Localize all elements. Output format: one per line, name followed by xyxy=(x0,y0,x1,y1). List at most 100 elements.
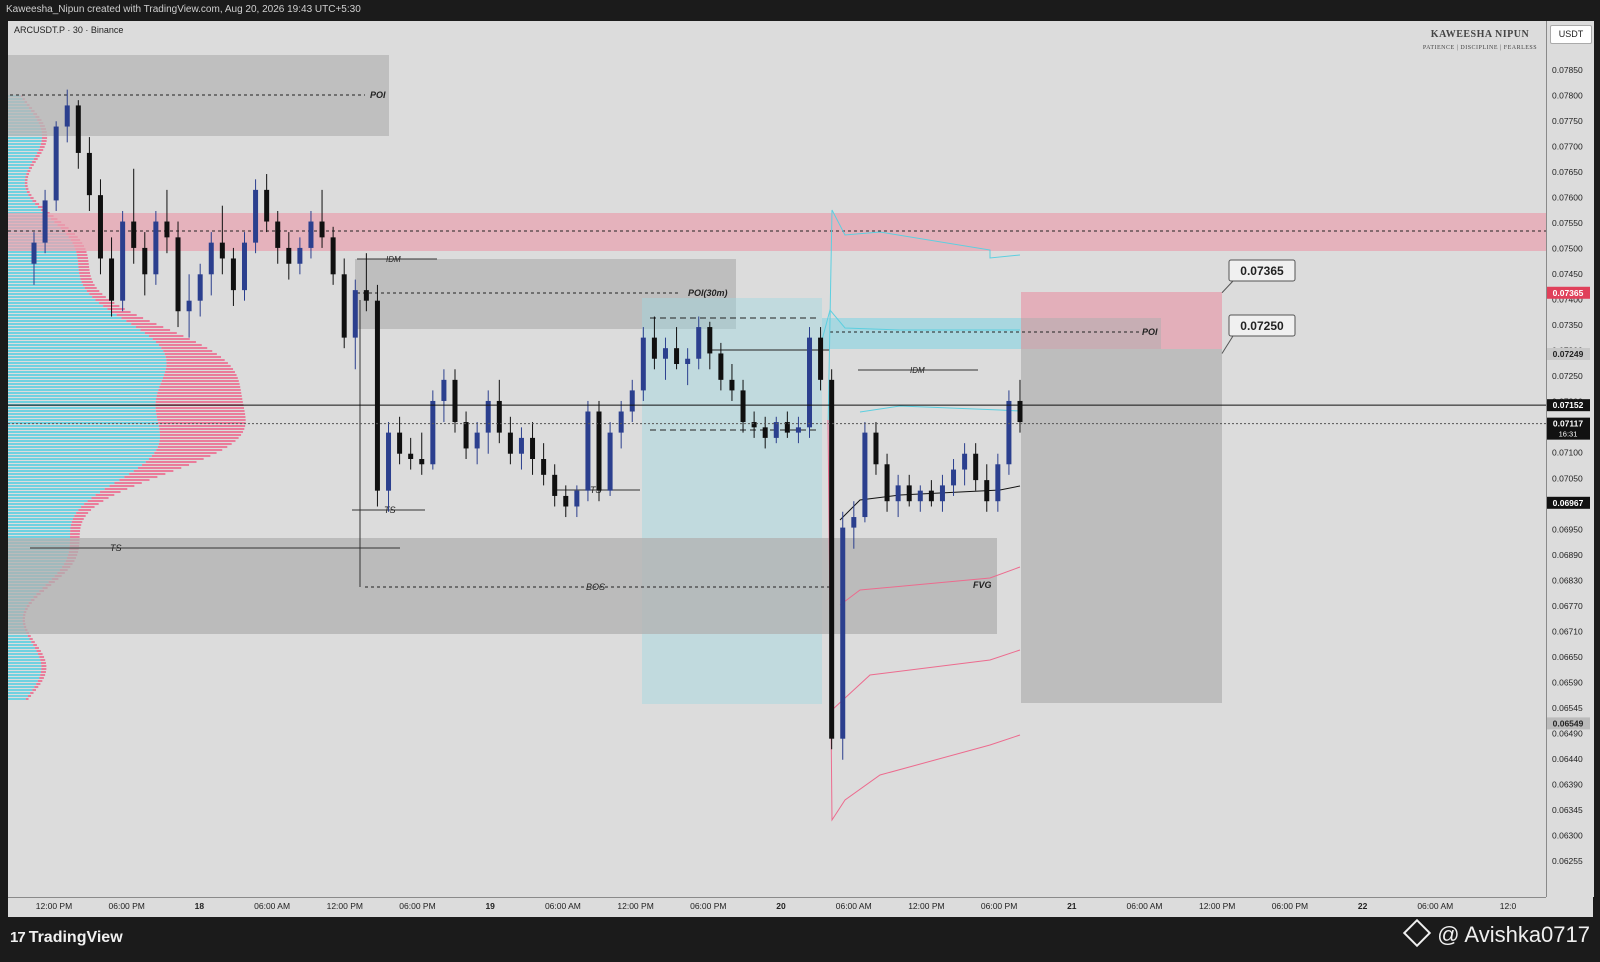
profile-bar-sell xyxy=(157,392,242,394)
profile-bar-sell xyxy=(39,677,44,679)
profile-bar-sell xyxy=(145,461,197,463)
y-tick-label: 0.06650 xyxy=(1552,652,1583,662)
candle xyxy=(53,121,59,211)
candle-body xyxy=(208,242,214,275)
profile-bar-sell xyxy=(32,689,36,691)
profile-bar-sell xyxy=(79,275,91,277)
profile-bar-buy xyxy=(8,419,158,421)
profile-bar-buy xyxy=(8,503,85,505)
profile-bar-sell xyxy=(39,146,45,148)
candle xyxy=(408,437,414,470)
y-tick-label: 0.06490 xyxy=(1552,728,1583,738)
profile-bar-buy xyxy=(8,362,167,364)
profile-bar-buy xyxy=(8,290,87,292)
profile-bar-buy xyxy=(8,320,127,322)
profile-bar-buy xyxy=(8,413,157,415)
profile-bar-buy xyxy=(8,302,100,304)
profile-bar-buy xyxy=(8,350,164,352)
x-tick-label: 21 xyxy=(1067,901,1077,911)
profile-bar-sell xyxy=(159,431,243,433)
candle-body xyxy=(75,105,81,153)
profile-bar-buy xyxy=(8,440,160,442)
profile-bar-sell xyxy=(100,491,121,493)
candle-body xyxy=(906,485,912,502)
candle xyxy=(86,137,92,211)
candle-body xyxy=(109,258,115,301)
candle xyxy=(430,390,436,470)
y-tick-label: 0.07600 xyxy=(1552,193,1583,203)
profile-bar-sell xyxy=(158,443,232,445)
candle xyxy=(607,422,613,496)
profile-bar-buy xyxy=(8,689,33,691)
chart-svg: POIIDMPOI(30m)BOSTSTSTSPOIIDMFVG0.073650… xyxy=(8,55,1590,911)
candle xyxy=(552,464,558,507)
profile-bar-sell xyxy=(72,518,84,520)
profile-bar-sell xyxy=(149,458,204,460)
profile-bar-buy xyxy=(8,524,72,526)
candle-body xyxy=(219,242,225,259)
profile-bar-buy xyxy=(8,644,34,646)
profile-bar-buy xyxy=(8,485,110,487)
x-tick-label: 20 xyxy=(776,901,786,911)
profile-bar-sell xyxy=(71,521,83,523)
candle-body xyxy=(86,152,92,196)
candle-body xyxy=(640,337,646,391)
profile-bar-buy xyxy=(8,698,26,700)
x-tick-label: 06:00 PM xyxy=(690,901,726,911)
candle-body xyxy=(607,432,613,491)
profile-bar-sell xyxy=(77,257,88,259)
profile-bar-sell xyxy=(28,194,32,196)
profile-bar-buy xyxy=(8,206,38,208)
profile-bar-sell xyxy=(156,449,223,451)
callout-target-low-text: 0.07250 xyxy=(1240,319,1284,333)
candle-body xyxy=(408,453,414,459)
candle-body xyxy=(319,221,325,238)
candle-body xyxy=(64,105,70,127)
profile-bar-sell xyxy=(155,401,243,403)
profile-bar-buy xyxy=(8,683,37,685)
profile-bar-sell xyxy=(156,395,242,397)
candle-body xyxy=(120,221,126,301)
candle xyxy=(485,390,491,454)
profile-bar-buy xyxy=(8,152,38,154)
profile-bar-sell xyxy=(104,488,128,490)
profile-bar-sell xyxy=(159,437,239,439)
profile-bar-sell xyxy=(33,158,38,160)
price-label-text: 0.06549 xyxy=(1553,718,1584,728)
profile-bar-buy xyxy=(8,251,77,253)
profile-bar-buy xyxy=(8,371,166,373)
profile-bar-sell xyxy=(27,170,31,172)
profile-bar-sell xyxy=(159,440,236,442)
profile-bar-sell xyxy=(163,350,213,352)
x-tick-label: 06:00 AM xyxy=(1417,901,1453,911)
candle-body xyxy=(419,459,425,465)
profile-bar-buy xyxy=(8,173,27,175)
candle-body xyxy=(895,485,901,502)
candle xyxy=(541,443,547,486)
vwap-lower-band-2 xyxy=(831,649,1021,711)
profile-bar-sell xyxy=(35,155,40,157)
profile-bar-buy xyxy=(8,338,153,340)
profile-bar-sell xyxy=(166,359,225,361)
profile-bar-sell xyxy=(95,299,110,301)
candle-body xyxy=(795,427,801,433)
profile-bar-sell xyxy=(159,386,241,388)
profile-bar-buy xyxy=(8,677,40,679)
x-tick-label: 12:00 PM xyxy=(908,901,944,911)
ts-label-1: TS xyxy=(110,543,122,553)
candle-body xyxy=(973,453,979,481)
profile-bar-buy xyxy=(8,521,72,523)
profile-bar-sell xyxy=(37,152,42,154)
candle xyxy=(895,474,901,518)
ts-label-2: TS xyxy=(384,505,396,515)
profile-bar-buy xyxy=(8,272,80,274)
profile-bar-sell xyxy=(77,260,89,262)
profile-bar-buy xyxy=(8,455,152,457)
profile-bar-sell xyxy=(70,530,81,532)
profile-bar-buy xyxy=(8,158,34,160)
candle xyxy=(840,511,846,760)
profile-bar-sell xyxy=(25,698,29,700)
profile-bar-buy xyxy=(8,164,31,166)
x-tick-label: 19 xyxy=(485,901,495,911)
tradingview-logo[interactable]: 17 TradingView xyxy=(10,929,123,947)
